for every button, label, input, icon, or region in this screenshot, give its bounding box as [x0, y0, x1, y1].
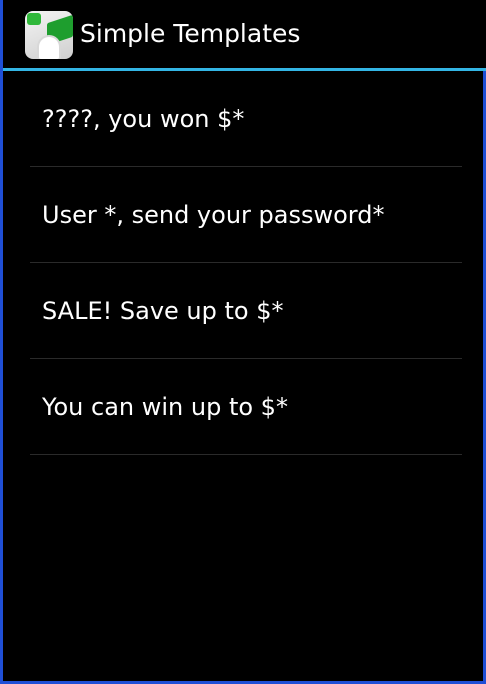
list-item[interactable]: You can win up to $* — [30, 359, 462, 455]
app-window-frame: Simple Templates ????, you won $* User *… — [0, 0, 486, 684]
list-item-label: You can win up to $* — [42, 393, 288, 421]
list-item[interactable]: ????, you won $* — [30, 71, 462, 167]
app-tree-icon[interactable] — [25, 11, 73, 59]
list-item-label: User *, send your password* — [42, 201, 385, 229]
action-bar: Simple Templates — [3, 0, 486, 71]
list-item[interactable]: User *, send your password* — [30, 167, 462, 263]
app-title: Simple Templates — [80, 19, 301, 48]
list-item-label: ????, you won $* — [42, 105, 245, 133]
templates-list: ????, you won $* User *, send your passw… — [30, 71, 462, 455]
list-item-label: SALE! Save up to $* — [42, 297, 284, 325]
list-item[interactable]: SALE! Save up to $* — [30, 263, 462, 359]
